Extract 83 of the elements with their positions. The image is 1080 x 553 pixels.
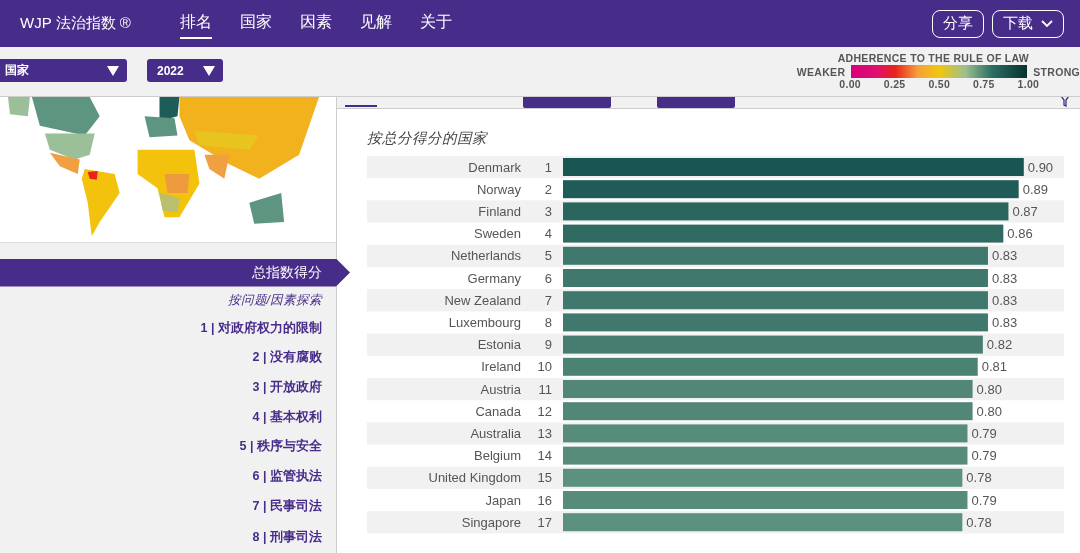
- country-name: Netherlands: [450, 248, 521, 264]
- rank-number: 17: [537, 514, 552, 530]
- rank-number: 6: [544, 270, 552, 286]
- country-name: Singapore: [461, 514, 521, 530]
- score-value: 0.83: [991, 270, 1018, 286]
- rank-number: 11: [538, 381, 552, 397]
- section-heading: 按问题/因素探索: [226, 291, 324, 309]
- rank-number: 15: [537, 470, 552, 486]
- sidebar-item[interactable]: 8 | 刑事司法: [0, 523, 336, 553]
- country-name: United Kingdom: [428, 470, 521, 486]
- sidebar-item[interactable]: 6 | 监管执法: [0, 461, 336, 492]
- rank-number: 8: [544, 314, 552, 330]
- sidebar-item[interactable]: 5 | 秩序与安全: [0, 432, 336, 462]
- rank-number: 5: [544, 248, 552, 264]
- score-value: 0.89: [1022, 181, 1048, 197]
- sidebar-item[interactable]: 4 | 基本权利: [0, 402, 336, 433]
- rank-number: 9: [544, 337, 552, 353]
- view-dropdown[interactable]: 国家: [0, 59, 127, 82]
- country-name: Belgium: [474, 448, 521, 464]
- score-value: 0.82: [986, 337, 1013, 353]
- scale-tick: 1.00: [1017, 78, 1040, 90]
- nav-tab[interactable]: 国家: [240, 8, 272, 39]
- country-name: Ireland: [481, 359, 521, 375]
- filter-icon[interactable]: [1058, 97, 1072, 107]
- sidebar-item[interactable]: 2 | 没有腐败: [0, 343, 336, 373]
- country-name: Finland: [478, 203, 521, 219]
- score-value: 0.87: [1012, 203, 1038, 219]
- rank-number: 10: [537, 359, 552, 375]
- rank-number: 2: [544, 181, 552, 197]
- score-value: 0.83: [991, 314, 1018, 330]
- nav-tab[interactable]: 关于: [420, 8, 452, 39]
- country-name: Norway: [476, 181, 521, 197]
- country-name: Canada: [475, 403, 521, 419]
- scale-tick: 0.50: [928, 78, 951, 90]
- score-value: 0.79: [971, 448, 997, 464]
- scale-tick: 0.75: [973, 78, 995, 90]
- rank-number: 12: [537, 403, 552, 419]
- rank-number: 1: [544, 159, 552, 175]
- country-name: Sweden: [474, 226, 521, 242]
- score-value: 0.79: [971, 492, 997, 508]
- country-name: Denmark: [468, 159, 521, 175]
- chart-title: 按总分得分的国家: [367, 129, 489, 148]
- country-name: Estonia: [477, 337, 521, 353]
- scale-tick: 0.00: [839, 78, 861, 90]
- rank-number: 7: [544, 292, 552, 308]
- nav-tab[interactable]: 排名: [180, 8, 212, 39]
- nav-tab[interactable]: 见解: [360, 8, 392, 39]
- score-value: 0.80: [976, 381, 1002, 397]
- country-name: Austria: [480, 381, 521, 397]
- country-name: Luxembourg: [448, 314, 521, 330]
- score-value: 0.83: [991, 292, 1018, 308]
- index-tab[interactable]: 总指数得分: [0, 258, 350, 287]
- year-dropdown[interactable]: 2022: [147, 59, 223, 82]
- rank-number: 16: [537, 492, 552, 508]
- share-button[interactable]: 分享: [932, 9, 984, 38]
- score-value: 0.80: [976, 403, 1002, 419]
- rank-number: 4: [544, 226, 552, 242]
- legend-label: STRONG: [1033, 65, 1080, 78]
- score-value: 0.81: [981, 359, 1008, 375]
- score-value: 0.86: [1007, 226, 1033, 242]
- rank-number: 13: [537, 425, 552, 441]
- legend-title: ADHERENCE TO THE RULE OF LAW: [837, 51, 1030, 65]
- site-title: WJP 法治指数 ®: [20, 14, 132, 33]
- score-value: 0.90: [1027, 159, 1054, 175]
- sidebar-item[interactable]: 1 | 对政府权力的限制: [0, 313, 336, 344]
- score-value: 0.78: [966, 514, 992, 530]
- score-value: 0.83: [991, 248, 1018, 264]
- rank-number: 14: [537, 448, 552, 464]
- score-value: 0.79: [971, 425, 997, 441]
- country-name: New Zealand: [444, 292, 521, 308]
- sidebar-item[interactable]: 7 | 民事司法: [0, 491, 336, 522]
- caret-icon: [203, 65, 215, 76]
- legend-label: WEAKER: [796, 65, 846, 78]
- scale-tick: 0.25: [883, 78, 906, 90]
- caret-icon: [107, 65, 119, 76]
- rank-number: 3: [544, 203, 552, 219]
- country-name: Germany: [467, 270, 521, 286]
- country-name: Australia: [470, 425, 521, 441]
- download-button[interactable]: 下载: [992, 9, 1064, 38]
- score-value: 0.78: [966, 470, 992, 486]
- country-name: Japan: [485, 492, 521, 508]
- sidebar-item[interactable]: 3 | 开放政府: [0, 372, 336, 403]
- nav-tab[interactable]: 因素: [300, 8, 332, 39]
